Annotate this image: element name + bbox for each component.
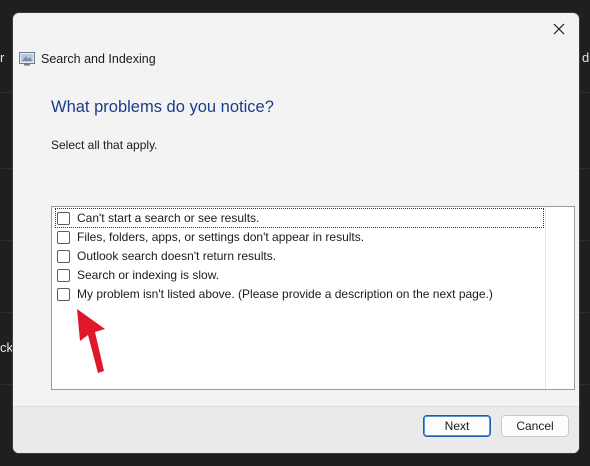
checkbox[interactable] (57, 230, 70, 244)
option-label: My problem isn't listed above. (Please p… (77, 287, 493, 301)
problem-list: Can't start a search or see results. Fil… (51, 206, 575, 390)
list-divider (545, 207, 546, 389)
option-files-not-appearing[interactable]: Files, folders, apps, or settings don't … (56, 228, 364, 246)
troubleshooter-window: Search and Indexing What problems do you… (12, 12, 580, 454)
close-icon (553, 23, 565, 35)
backdrop-text: d (582, 50, 590, 65)
window-title: Search and Indexing (41, 52, 156, 66)
title-bar: Search and Indexing (19, 50, 156, 68)
close-button[interactable] (545, 17, 573, 41)
instruction-text: Select all that apply. (51, 138, 158, 152)
backdrop-text: r (0, 50, 5, 65)
page-heading: What problems do you notice? (51, 98, 274, 116)
option-outlook-search[interactable]: Outlook search doesn't return results. (56, 247, 276, 265)
option-cant-start-search[interactable]: Can't start a search or see results. (55, 208, 544, 228)
option-label: Search or indexing is slow. (77, 268, 220, 282)
dialog-footer: Next Cancel (13, 406, 579, 453)
option-problem-not-listed[interactable]: My problem isn't listed above. (Please p… (56, 285, 493, 303)
annotation-arrow (69, 299, 121, 384)
next-button[interactable]: Next (423, 415, 491, 437)
option-label: Outlook search doesn't return results. (77, 249, 277, 263)
checkbox[interactable] (57, 249, 70, 263)
checkbox[interactable] (57, 268, 70, 282)
arrow-pointer-icon (69, 303, 121, 379)
option-label: Can't start a search or see results. (77, 211, 260, 225)
option-search-slow[interactable]: Search or indexing is slow. (56, 266, 219, 284)
cancel-button[interactable]: Cancel (501, 415, 569, 437)
checkbox[interactable] (57, 211, 70, 225)
option-label: Files, folders, apps, or settings don't … (77, 230, 365, 244)
troubleshooter-app-icon (19, 52, 35, 66)
